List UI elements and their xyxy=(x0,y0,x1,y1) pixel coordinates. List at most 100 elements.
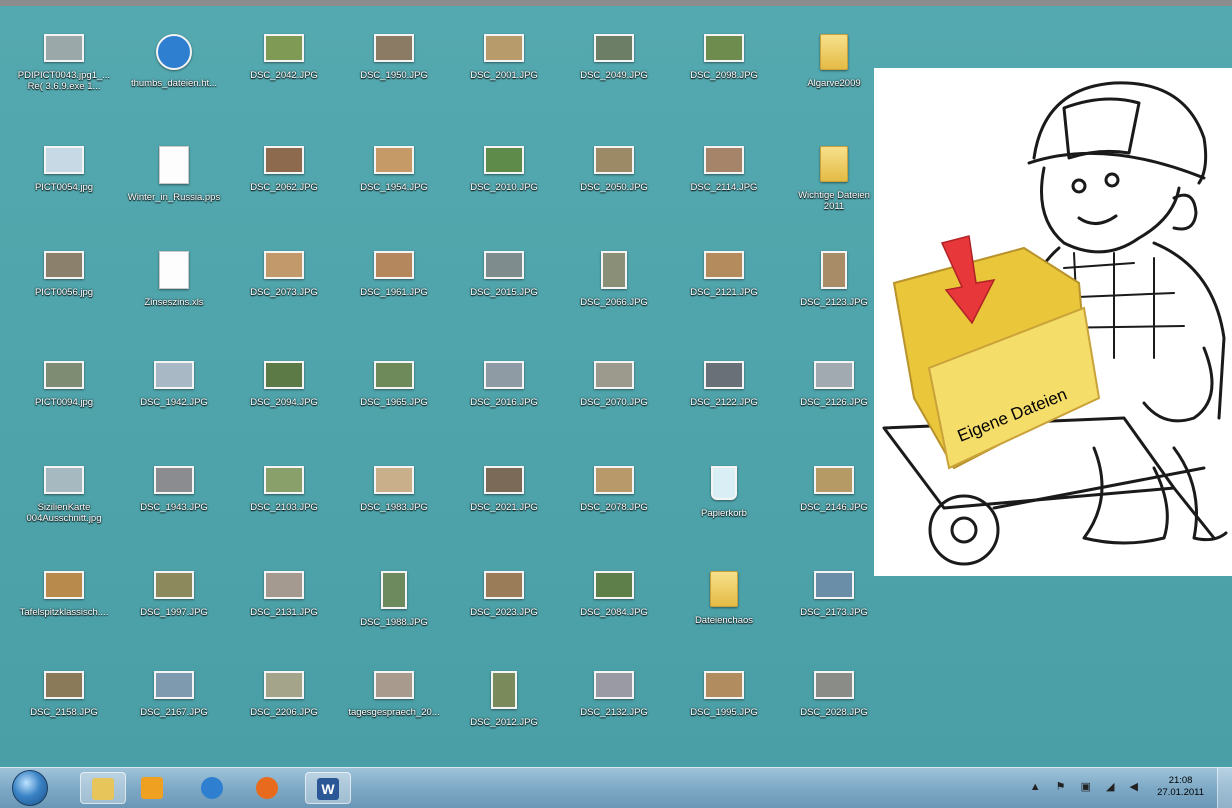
photo-thumbnail-icon xyxy=(484,361,524,389)
photo-thumbnail-icon xyxy=(44,146,84,174)
desktop-icon[interactable]: DSC_2073.JPG xyxy=(230,251,338,298)
desktop-icon[interactable]: DSC_2131.JPG xyxy=(230,571,338,618)
desktop-icon[interactable]: DSC_2023.JPG xyxy=(450,571,558,618)
desktop-icon[interactable]: DSC_1997.JPG xyxy=(120,571,228,618)
desktop-icon[interactable]: DSC_1943.JPG xyxy=(120,466,228,513)
file-thumbnail-icon xyxy=(159,146,189,184)
desktop-icon[interactable]: DSC_2167.JPG xyxy=(120,671,228,718)
tall-thumbnail-icon xyxy=(821,251,847,289)
system-tray[interactable]: ▲ ⚑ ▣ ◢ ◀ xyxy=(1030,780,1144,793)
body-right xyxy=(1152,241,1226,420)
desktop-icon-label: DSC_2073.JPG xyxy=(250,287,318,298)
taskbar-explorer-button[interactable] xyxy=(80,772,126,804)
taskbar-word-button[interactable]: W xyxy=(305,772,351,804)
desktop-icon-label: PICT0094.jpg xyxy=(34,397,94,408)
desktop-icon[interactable]: DSC_2084.JPG xyxy=(560,571,668,618)
desktop-icon[interactable]: DSC_2098.JPG xyxy=(670,34,778,81)
desktop-icon[interactable]: DSC_1942.JPG xyxy=(120,361,228,408)
desktop-icon-label: tagesgespraech_20... xyxy=(348,707,440,718)
photo-thumbnail-icon xyxy=(264,361,304,389)
desktop-icon[interactable]: DSC_2042.JPG xyxy=(230,34,338,81)
desktop-icon[interactable]: Winter_in_Russia.pps xyxy=(120,146,228,203)
desktop-icon[interactable]: DSC_1988.JPG xyxy=(340,571,448,628)
desktop-icon[interactable]: DSC_2050.JPG xyxy=(560,146,668,193)
desktop-icon[interactable]: Dateienchaos xyxy=(670,571,778,626)
taskbar-internet-explorer-button[interactable] xyxy=(190,772,236,804)
desktop-icon[interactable]: DSC_2121.JPG xyxy=(670,251,778,298)
desktop-icon-label: DSC_2132.JPG xyxy=(580,707,648,718)
clock-time: 21:08 xyxy=(1168,775,1193,786)
illustration-svg: Eigene Dateien xyxy=(882,81,1228,566)
desktop-icon[interactable]: DSC_2066.JPG xyxy=(560,251,668,308)
desktop-icon[interactable]: DSC_1995.JPG xyxy=(670,671,778,718)
desktop-icon[interactable]: Zinseszins.xls xyxy=(120,251,228,308)
desktop-icon[interactable]: PICT0054.jpg xyxy=(10,146,118,193)
desktop-icon[interactable]: SizilienKarte 004Ausschnitt.jpg xyxy=(10,466,118,524)
desktop-icon[interactable]: DSC_2016.JPG xyxy=(450,361,558,408)
desktop-icon-label: DSC_2123.JPG xyxy=(800,297,868,308)
desktop-icon[interactable]: DSC_2114.JPG xyxy=(670,146,778,193)
photo-thumbnail-icon xyxy=(44,671,84,699)
desktop-icon[interactable]: PICT0094.jpg xyxy=(10,361,118,408)
desktop-icon[interactable]: Algarve2009 xyxy=(780,34,888,89)
photo-thumbnail-icon xyxy=(594,571,634,599)
desktop-icon[interactable]: DSC_2122.JPG xyxy=(670,361,778,408)
desktop-icon[interactable]: PICT0056.jpg xyxy=(10,251,118,298)
photo-thumbnail-icon xyxy=(704,251,744,279)
desktop-icon-label: Algarve2009 xyxy=(807,78,861,89)
desktop-icon[interactable]: DSC_2158.JPG xyxy=(10,671,118,718)
desktop-icon[interactable]: DSC_2123.JPG xyxy=(780,251,888,308)
desktop-icon-label: Papierkorb xyxy=(701,508,747,519)
desktop-icon[interactable]: DSC_2070.JPG xyxy=(560,361,668,408)
desktop-icon-label: DSC_1983.JPG xyxy=(360,502,428,513)
desktop-icon[interactable]: Tafelspitzklassisch.... xyxy=(10,571,118,618)
face-outline xyxy=(1040,166,1181,254)
desktop-icon[interactable]: thumbs_dateien.ht... xyxy=(120,34,228,89)
desktop-icon-label: DSC_2062.JPG xyxy=(250,182,318,193)
folder-thumbnail-icon xyxy=(820,146,848,182)
eigene-dateien-folder-icon xyxy=(892,235,1101,470)
taskbar-media-player-button[interactable] xyxy=(130,772,176,804)
desktop-icon[interactable]: DSC_2021.JPG xyxy=(450,466,558,513)
show-desktop-button[interactable] xyxy=(1217,768,1232,808)
desktop-icon[interactable]: DSC_2146.JPG xyxy=(780,466,888,513)
desktop-icon[interactable]: DSC_2010.JPG xyxy=(450,146,558,193)
taskbar-clock[interactable]: 21:08 27.01.2011 xyxy=(1157,775,1204,799)
folder-thumbnail-icon xyxy=(710,571,738,607)
desktop-icon[interactable]: DSC_2103.JPG xyxy=(230,466,338,513)
photo-thumbnail-icon xyxy=(264,251,304,279)
desktop-icon[interactable]: DSC_2049.JPG xyxy=(560,34,668,81)
folder-thumbnail-icon xyxy=(820,34,848,70)
taskbar-firefox-button[interactable] xyxy=(245,772,291,804)
desktop-icon[interactable]: DSC_1950.JPG xyxy=(340,34,448,81)
desktop-icon[interactable]: DSC_2132.JPG xyxy=(560,671,668,718)
desktop-icon[interactable]: DSC_2173.JPG xyxy=(780,571,888,618)
desktop-icon[interactable]: DSC_2028.JPG xyxy=(780,671,888,718)
desktop-icon[interactable]: DSC_1961.JPG xyxy=(340,251,448,298)
desktop-icon[interactable]: DSC_2078.JPG xyxy=(560,466,668,513)
desktop-icon[interactable]: DSC_2094.JPG xyxy=(230,361,338,408)
photo-thumbnail-icon xyxy=(704,671,744,699)
photo-thumbnail-icon xyxy=(264,571,304,599)
desktop-icon-label: DSC_2158.JPG xyxy=(30,707,98,718)
desktop-icon[interactable]: Wichtige Dateien 2011 xyxy=(780,146,888,212)
desktop-icon[interactable]: DSC_2126.JPG xyxy=(780,361,888,408)
desktop-icon[interactable]: DSC_2012.JPG xyxy=(450,671,558,728)
photo-thumbnail-icon xyxy=(594,34,634,62)
desktop-icon[interactable]: DSC_2062.JPG xyxy=(230,146,338,193)
leg-right xyxy=(1172,446,1228,542)
photo-thumbnail-icon xyxy=(484,251,524,279)
desktop-icon[interactable]: DSC_1965.JPG xyxy=(340,361,448,408)
desktop-icon-label: DSC_2206.JPG xyxy=(250,707,318,718)
desktop-icon[interactable]: DSC_1983.JPG xyxy=(340,466,448,513)
photo-thumbnail-icon xyxy=(484,466,524,494)
desktop-icon[interactable]: PDIPICT0043.jpg1_... Re( 3.6.9.exe 1... xyxy=(10,34,118,92)
desktop-icon[interactable]: DSC_2001.JPG xyxy=(450,34,558,81)
desktop-icon[interactable]: DSC_1954.JPG xyxy=(340,146,448,193)
desktop-icon[interactable]: DSC_2206.JPG xyxy=(230,671,338,718)
start-button[interactable] xyxy=(12,770,48,806)
desktop-icon[interactable]: tagesgespraech_20... xyxy=(340,671,448,718)
tall-thumbnail-icon xyxy=(491,671,517,709)
desktop-icon[interactable]: Papierkorb xyxy=(670,466,778,519)
desktop-icon[interactable]: DSC_2015.JPG xyxy=(450,251,558,298)
